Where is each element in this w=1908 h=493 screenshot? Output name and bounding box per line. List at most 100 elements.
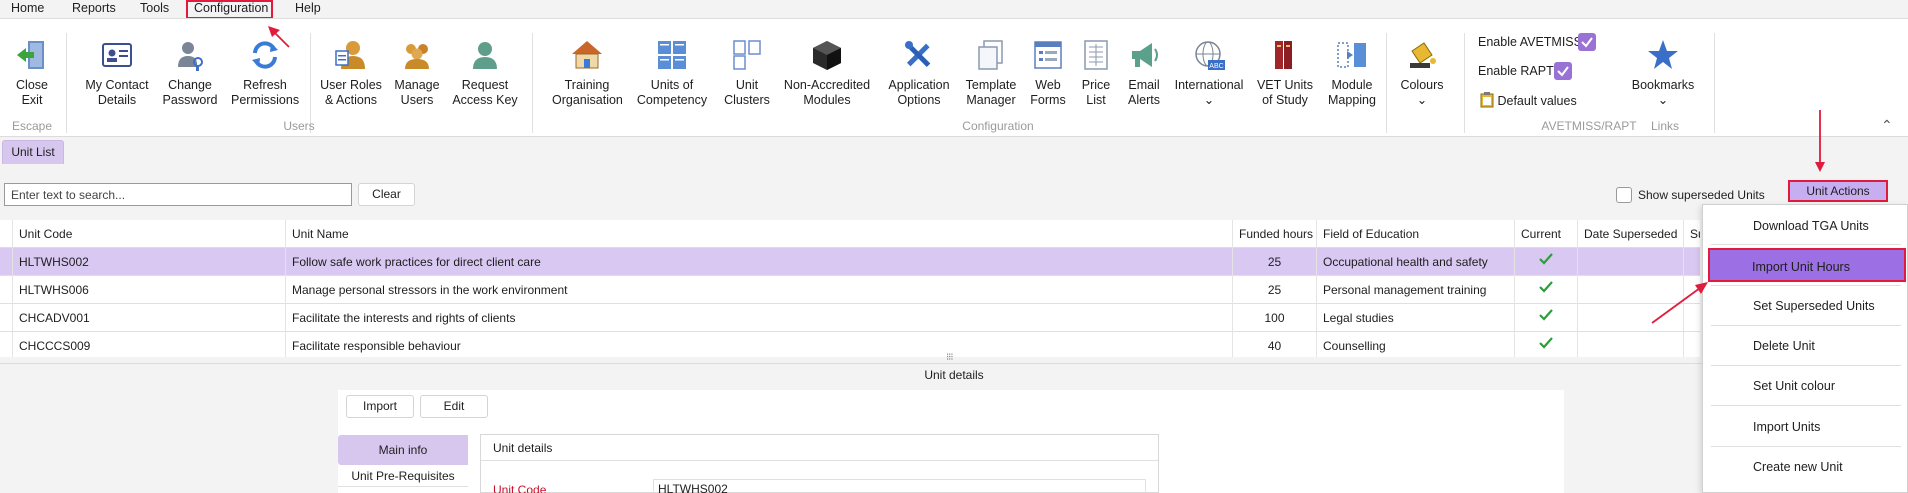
column-header-current[interactable]: Current xyxy=(1514,220,1577,248)
default-values-button[interactable]: Default values xyxy=(1480,91,1577,111)
cell-unit-name: Manage personal stressors in the work en… xyxy=(285,276,1232,304)
menu-reports[interactable]: Reports xyxy=(72,0,116,18)
templates-icon xyxy=(978,40,1003,70)
column-header-unit-code[interactable]: Unit Code xyxy=(12,220,285,248)
menu-item-set-superseded-units[interactable]: Set Superseded Units xyxy=(1703,289,1908,323)
cell-field-of-education: Occupational health and safety xyxy=(1316,248,1514,276)
training-organisation-button[interactable]: Training Organisation xyxy=(552,37,623,108)
refresh-icon xyxy=(252,41,278,69)
enable-avetmiss-toggle[interactable]: Enable AVETMISS xyxy=(1478,32,1596,52)
table-row[interactable]: HLTWHS006 Manage personal stressors in t… xyxy=(0,276,1700,304)
check-icon[interactable] xyxy=(1554,62,1572,80)
star-icon xyxy=(1648,40,1678,69)
close-exit-button[interactable]: Close Exit xyxy=(12,37,52,108)
group-links: Links xyxy=(1650,119,1679,133)
clear-button[interactable]: Clear xyxy=(358,183,415,206)
web-forms-button[interactable]: Web Forms xyxy=(1030,37,1066,108)
application-options-button[interactable]: Application Options xyxy=(884,37,954,108)
request-access-key-button[interactable]: Request Access Key xyxy=(452,37,518,108)
cell-unit-code: CHCCCS009 xyxy=(12,332,285,357)
column-header-unit-name[interactable]: Unit Name xyxy=(285,220,1232,248)
refresh-permissions-button[interactable]: Refresh Permissions xyxy=(231,37,299,108)
import-button[interactable]: Import xyxy=(346,395,414,418)
enable-rapt-toggle[interactable]: Enable RAPT xyxy=(1478,61,1572,81)
non-accredited-modules-button[interactable]: Non-Accredited Modules xyxy=(782,37,872,108)
cell-unit-code: HLTWHS002 xyxy=(12,248,285,276)
unit-clusters-button[interactable]: Unit Clusters xyxy=(722,37,772,108)
cell-unit-code: CHCADV001 xyxy=(12,304,285,332)
my-contact-details-button[interactable]: My Contact Details xyxy=(84,37,150,108)
books-icon xyxy=(1275,41,1292,69)
international-button[interactable]: ABC International ⌄ xyxy=(1172,37,1246,108)
cell-date-superseded xyxy=(1577,304,1683,332)
email-alerts-button[interactable]: Email Alerts xyxy=(1124,37,1164,108)
cell-current xyxy=(1514,332,1577,357)
tab-unit-list[interactable]: Unit List xyxy=(2,140,64,164)
unit-details-bar: Unit details xyxy=(0,363,1908,385)
menu-item-import-unit-hours[interactable]: Import Unit Hours xyxy=(1708,248,1906,282)
colours-button[interactable]: Colours ⌄ xyxy=(1394,37,1450,108)
splitter-grip-icon[interactable]: ⁝⁝⁝ xyxy=(946,352,953,363)
search-input[interactable] xyxy=(4,183,352,206)
chevron-down-icon: ⌄ xyxy=(1203,93,1215,107)
show-superseded-toggle[interactable]: Show superseded Units xyxy=(1616,187,1765,203)
column-header-superseded-by[interactable]: Su xyxy=(1683,220,1700,248)
menu-help[interactable]: Help xyxy=(295,0,321,18)
enable-rapt-label: Enable RAPT xyxy=(1478,64,1554,78)
menu-item-delete-unit[interactable]: Delete Unit xyxy=(1703,329,1908,363)
price-list-button[interactable]: Price List xyxy=(1078,37,1114,108)
units-of-competency-button[interactable]: Units of Competency xyxy=(636,37,708,108)
unit-details-section: Unit details Unit Code HLTWHS002 xyxy=(480,434,1159,493)
edit-button[interactable]: Edit xyxy=(420,395,488,418)
collapse-ribbon-icon[interactable]: ⌃ xyxy=(1881,117,1893,134)
user-key-icon xyxy=(178,42,203,71)
cell-superseded-by xyxy=(1683,276,1700,304)
contact-card-icon xyxy=(102,43,132,67)
form-icon xyxy=(1034,41,1062,69)
cell-field-of-education: Personal management training xyxy=(1316,276,1514,304)
tab-unit-prerequisites[interactable]: Unit Pre-Requisites xyxy=(338,465,468,487)
cell-unit-name: Facilitate responsible behaviour xyxy=(285,332,1232,357)
menu-item-create-new-unit[interactable]: Create new Unit xyxy=(1703,450,1908,484)
cell-funded-hours: 40 xyxy=(1232,332,1316,357)
bookmarks-button[interactable]: Bookmarks ⌄ xyxy=(1630,37,1696,108)
check-icon xyxy=(1539,281,1553,293)
table-row[interactable]: HLTWHS002 Follow safe work practices for… xyxy=(0,248,1700,276)
change-password-button[interactable]: Change Password xyxy=(162,37,218,108)
table-row[interactable]: CHCADV001 Facilitate the interests and r… xyxy=(0,304,1700,332)
globe-icon: ABC xyxy=(1195,41,1225,70)
cell-date-superseded xyxy=(1577,248,1683,276)
tab-main-info[interactable]: Main info xyxy=(338,435,468,465)
check-icon[interactable] xyxy=(1578,33,1596,51)
unit-actions-button[interactable]: Unit Actions xyxy=(1788,180,1888,202)
check-icon xyxy=(1539,253,1553,265)
cell-date-superseded xyxy=(1577,276,1683,304)
annotation-box-configuration xyxy=(186,0,273,19)
users-group-icon xyxy=(405,44,429,69)
vet-units-of-study-button[interactable]: VET Units of Study xyxy=(1256,37,1314,108)
column-header-date-superseded[interactable]: Date Superseded xyxy=(1577,220,1683,248)
menu-home[interactable]: Home xyxy=(11,0,44,18)
menu-item-set-unit-colour[interactable]: Set Unit colour xyxy=(1703,369,1908,403)
cell-current xyxy=(1514,304,1577,332)
checkbox[interactable] xyxy=(1616,187,1632,203)
user-roles-actions-button[interactable]: User Roles & Actions xyxy=(320,37,382,108)
menu-item-download-tga-units[interactable]: Download TGA Units xyxy=(1703,209,1908,243)
menu-item-import-units[interactable]: Import Units xyxy=(1703,410,1908,444)
menu-tools[interactable]: Tools xyxy=(140,0,169,18)
manage-users-button[interactable]: Manage Users xyxy=(392,37,442,108)
column-header-funded-hours[interactable]: Funded hours xyxy=(1232,220,1316,248)
clusters-icon xyxy=(733,40,761,70)
column-header-field-of-education[interactable]: Field of Education xyxy=(1316,220,1514,248)
check-icon xyxy=(1539,309,1553,321)
cell-superseded-by xyxy=(1683,332,1700,357)
module-mapping-button[interactable]: Module Mapping xyxy=(1324,37,1380,108)
cell-current xyxy=(1514,276,1577,304)
template-manager-button[interactable]: Template Manager xyxy=(962,37,1020,108)
unit-actions-menu: Download TGA Units Import Unit Hours Set… xyxy=(1702,204,1908,493)
table-row[interactable]: CHCCCS009 Facilitate responsible behavio… xyxy=(0,332,1700,357)
section-title: Unit details xyxy=(481,435,1158,461)
megaphone-icon xyxy=(1132,43,1158,67)
price-list-icon xyxy=(1084,40,1108,70)
unit-code-field[interactable]: HLTWHS002 xyxy=(653,479,1146,493)
